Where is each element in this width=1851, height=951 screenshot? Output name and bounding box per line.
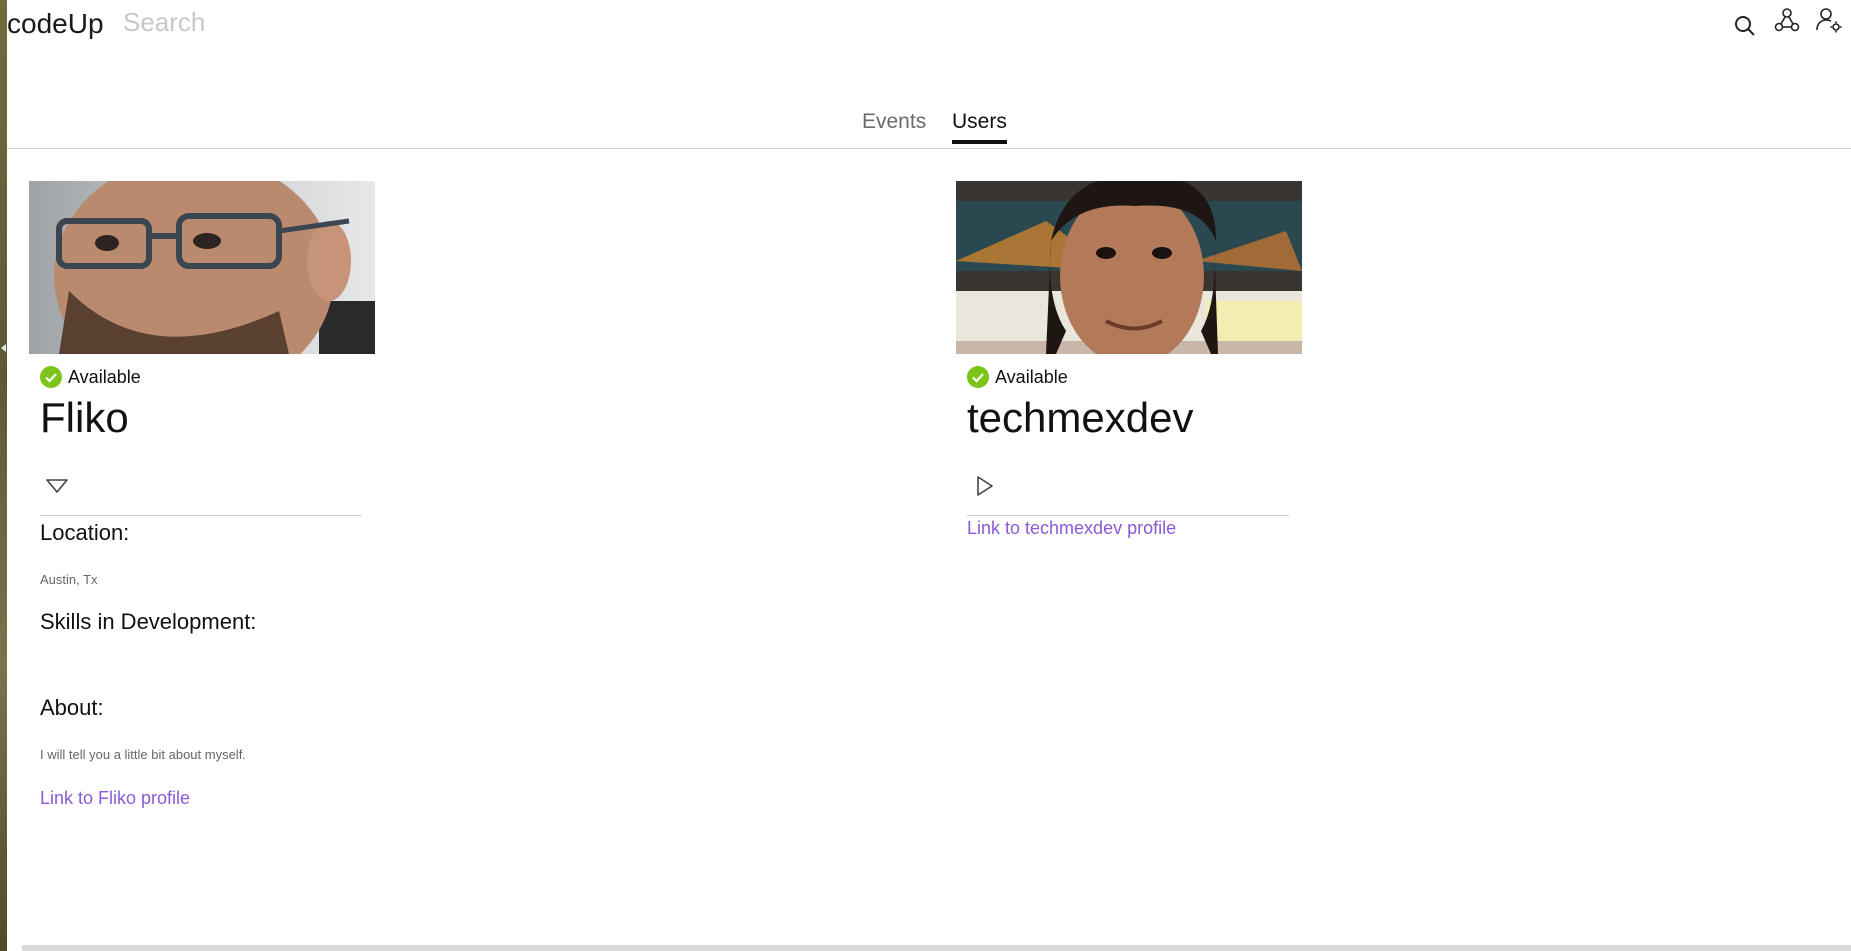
check-circle-icon	[40, 366, 62, 388]
user-avatar	[956, 181, 1302, 354]
user-settings-icon[interactable]	[1813, 4, 1845, 36]
app-root: codeUp Events Users	[7, 0, 1851, 951]
divider	[967, 515, 1289, 517]
tab-users[interactable]: Users	[952, 110, 1007, 144]
status-label: Available	[68, 366, 141, 387]
about-value: I will tell you a little bit about mysel…	[40, 747, 246, 763]
about-heading: About:	[40, 695, 104, 721]
status-label: Available	[995, 366, 1068, 387]
search-icon[interactable]	[1729, 10, 1761, 42]
user-card: Available techmexdev Link to techmexdev …	[956, 181, 1302, 539]
username: Fliko	[40, 394, 129, 441]
location-value: Austin, Tx	[40, 572, 98, 588]
horizontal-scrollbar[interactable]	[22, 945, 1851, 951]
username: techmexdev	[967, 394, 1194, 441]
tab-events[interactable]: Events	[862, 110, 926, 140]
skills-heading: Skills in Development:	[40, 609, 257, 635]
main-tabs: Events Users	[7, 100, 1851, 149]
left-panel-edge	[0, 0, 7, 951]
network-icon[interactable]	[1771, 4, 1803, 36]
chevron-right-icon[interactable]	[972, 476, 996, 496]
brand-logo[interactable]: codeUp	[7, 8, 104, 40]
chevron-down-icon[interactable]	[45, 476, 69, 496]
divider	[40, 515, 362, 517]
location-heading: Location:	[40, 520, 130, 546]
check-circle-icon	[967, 366, 989, 388]
user-card: Available Fliko Location: Austin, Tx Ski…	[29, 181, 375, 809]
search-input[interactable]	[121, 2, 725, 42]
status-indicator: Available	[967, 366, 1302, 388]
profile-link[interactable]: Link to techmexdev profile	[967, 518, 1302, 539]
status-indicator: Available	[40, 366, 375, 388]
collapse-arrow-icon[interactable]	[1, 344, 6, 352]
profile-link[interactable]: Link to Fliko profile	[40, 788, 375, 809]
user-avatar	[29, 181, 375, 354]
